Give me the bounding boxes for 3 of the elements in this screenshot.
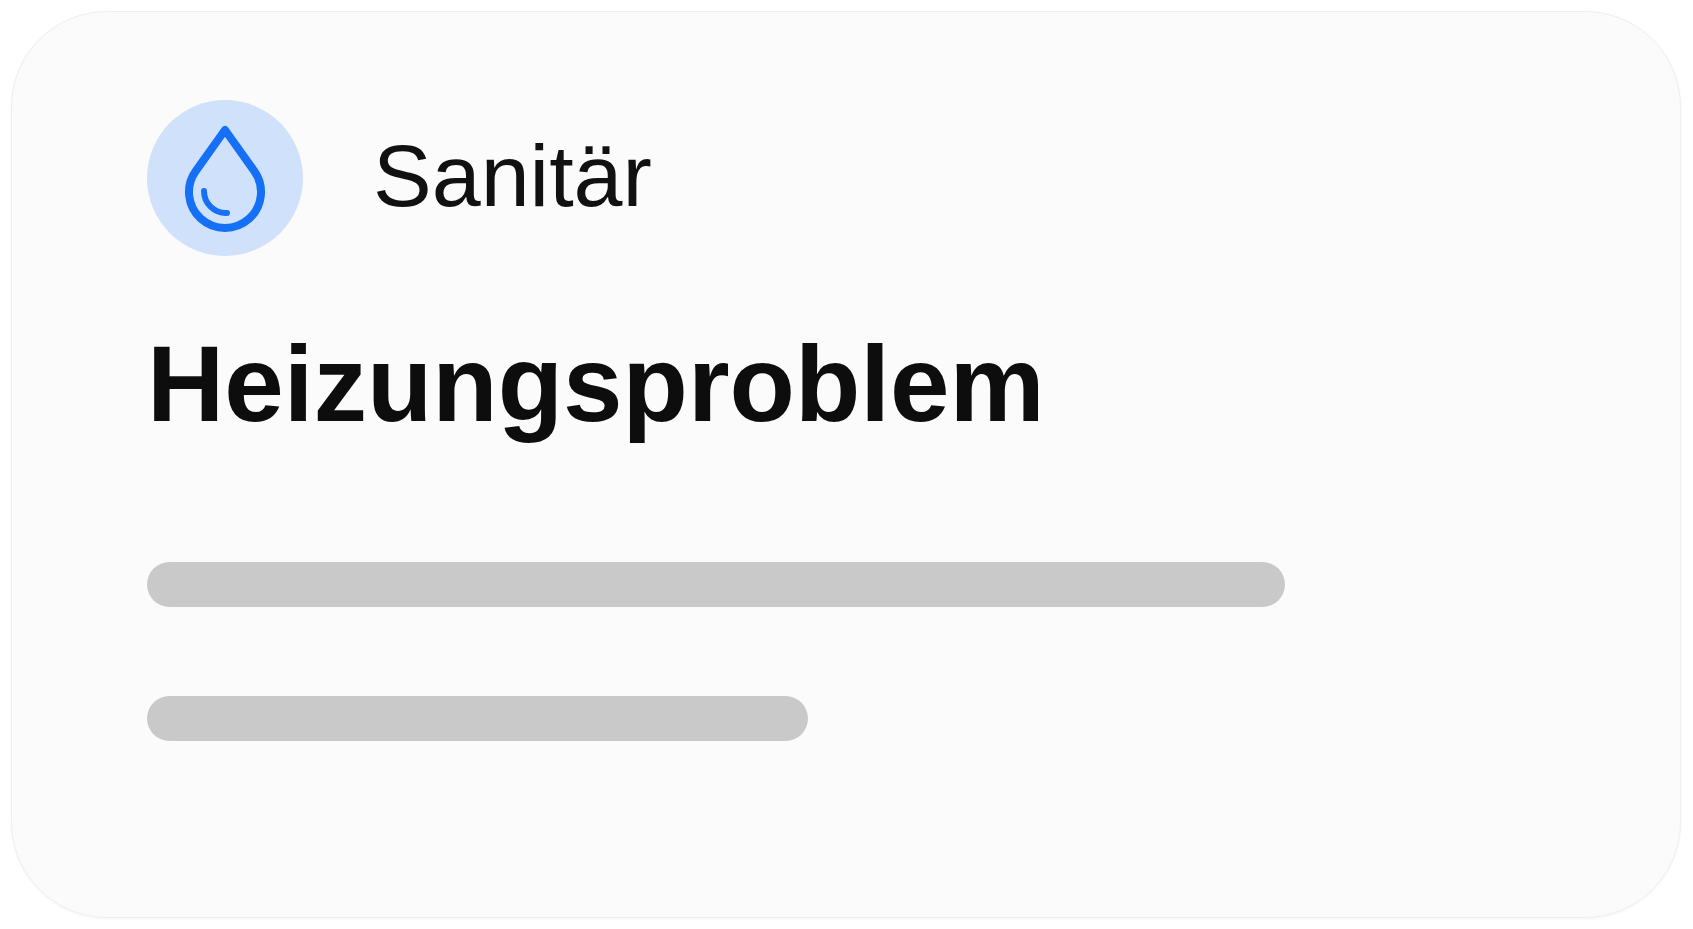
water-drop-icon bbox=[147, 100, 303, 256]
category-label: Sanitär bbox=[373, 125, 652, 227]
card-title: Heizungsproblem bbox=[147, 323, 1045, 446]
